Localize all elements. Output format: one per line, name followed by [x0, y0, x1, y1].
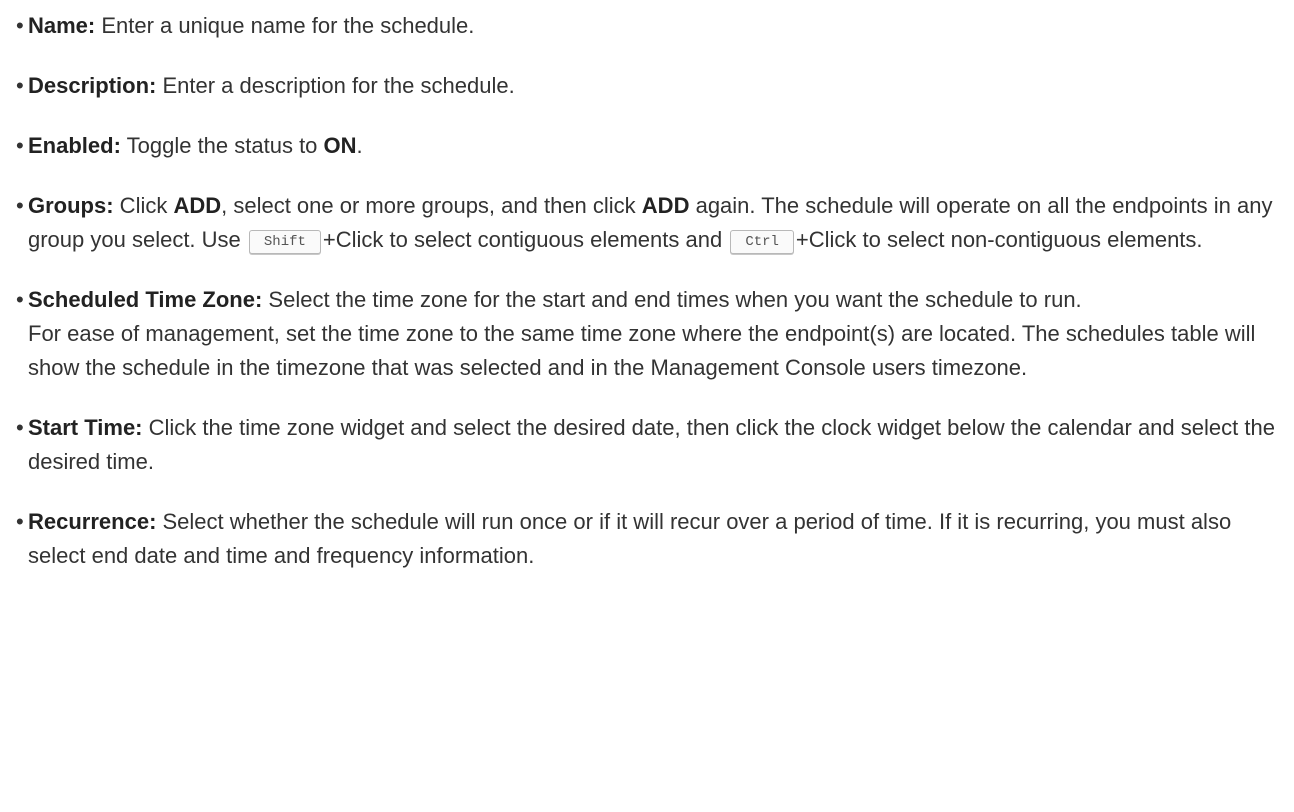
add-keyword: ADD: [173, 193, 222, 218]
list-item-scheduled-time-zone: • Scheduled Time Zone: Select the time z…: [16, 283, 1278, 385]
list-item-recurrence: • Recurrence: Select whether the schedul…: [16, 505, 1278, 573]
ctrl-key: Ctrl: [730, 230, 794, 254]
list-item-start-time: • Start Time: Click the time zone widget…: [16, 411, 1278, 479]
item-text: Enter a description for the schedule.: [156, 73, 515, 98]
term-start-time: Start Time:: [28, 415, 143, 440]
item-text: Select the time zone for the start and e…: [262, 287, 1082, 312]
list-item-description: • Description: Enter a description for t…: [16, 69, 1278, 103]
term-groups: Groups:: [28, 193, 114, 218]
list-item-groups: • Groups: Click ADD, select one or more …: [16, 189, 1278, 257]
item-text: Select whether the schedule will run onc…: [28, 509, 1232, 568]
term-scheduled-time-zone: Scheduled Time Zone:: [28, 287, 263, 312]
item-text: .: [356, 133, 363, 158]
document-body: • Name: Enter a unique name for the sche…: [0, 0, 1275, 573]
item-text: Click the time zone widget and select th…: [28, 415, 1275, 474]
item-text: Toggle the status to: [120, 133, 324, 158]
item-text: Click: [113, 193, 174, 218]
bullet-icon: •: [16, 73, 24, 98]
add-keyword: ADD: [641, 193, 690, 218]
shift-key: Shift: [248, 230, 321, 254]
term-description: Description:: [28, 73, 157, 98]
time-zone-note: For ease of management, set the time zon…: [28, 321, 1256, 380]
bullet-icon: •: [16, 193, 24, 218]
bullet-icon: •: [16, 509, 24, 534]
schedule-field-list: • Name: Enter a unique name for the sche…: [16, 9, 1275, 573]
bullet-icon: •: [16, 133, 24, 158]
item-text: Enter a unique name for the schedule.: [95, 13, 475, 38]
item-text: +Click to select contiguous elements and: [322, 227, 729, 252]
bullet-icon: •: [16, 13, 24, 38]
item-text: , select one or more groups, and then cl…: [221, 193, 642, 218]
list-item-enabled: • Enabled: Toggle the status to ON.: [16, 129, 1278, 163]
term-name: Name:: [28, 13, 96, 38]
term-recurrence: Recurrence:: [28, 509, 157, 534]
on-keyword: ON: [323, 133, 357, 158]
list-item-name: • Name: Enter a unique name for the sche…: [16, 9, 1278, 43]
term-enabled: Enabled:: [28, 133, 121, 158]
bullet-icon: •: [16, 287, 24, 312]
bullet-icon: •: [16, 415, 24, 440]
item-text: +Click to select non-contiguous elements…: [795, 227, 1203, 252]
